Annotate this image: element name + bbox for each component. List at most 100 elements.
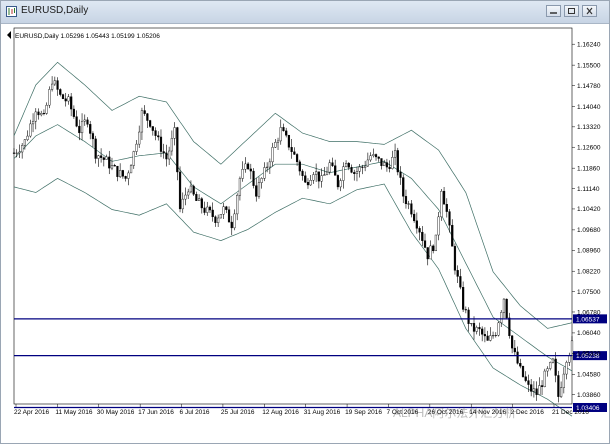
candle-body bbox=[140, 110, 144, 133]
candle-body bbox=[521, 366, 525, 377]
candle-body bbox=[323, 174, 326, 176]
candle-body bbox=[361, 166, 364, 168]
candle-body bbox=[312, 174, 315, 181]
candle-body bbox=[21, 145, 24, 153]
time-tick-label: 21 Dec 2016 bbox=[552, 409, 589, 416]
candle-body bbox=[268, 161, 271, 168]
candle-body bbox=[328, 162, 331, 173]
candle-body bbox=[51, 83, 54, 90]
candle-body bbox=[238, 178, 242, 196]
time-tick-label: 22 Apr 2016 bbox=[14, 409, 49, 416]
candle-body bbox=[178, 171, 182, 210]
candle-body bbox=[75, 116, 78, 127]
candle-body bbox=[105, 156, 108, 160]
minimize-button[interactable] bbox=[546, 5, 561, 17]
candle-body bbox=[26, 135, 29, 140]
candle-body bbox=[309, 180, 312, 186]
candle-body bbox=[404, 196, 408, 205]
candle-body bbox=[102, 157, 105, 160]
time-tick-label: 31 Aug 2016 bbox=[304, 409, 341, 416]
candle-body bbox=[97, 155, 100, 159]
candle-body bbox=[502, 298, 506, 313]
candle-body bbox=[391, 157, 394, 169]
close-button[interactable] bbox=[582, 5, 597, 17]
candle-body bbox=[524, 376, 527, 381]
candle-body bbox=[440, 190, 443, 218]
candle-body bbox=[45, 104, 48, 114]
candle-body bbox=[464, 309, 467, 311]
candle-body bbox=[206, 206, 209, 213]
candle-body bbox=[456, 270, 459, 277]
candle-body bbox=[366, 159, 369, 167]
candle-body bbox=[472, 323, 476, 332]
candle-body bbox=[148, 120, 152, 127]
candle-body bbox=[241, 169, 244, 179]
candle-body bbox=[173, 127, 176, 139]
candle-body bbox=[491, 335, 495, 337]
candle-body bbox=[116, 165, 119, 177]
candle-body bbox=[89, 124, 92, 134]
candle-body bbox=[230, 221, 233, 229]
time-tick-label: 25 Jul 2016 bbox=[221, 409, 255, 416]
candle-body bbox=[540, 385, 544, 387]
candle-body bbox=[255, 185, 258, 197]
candle-body bbox=[560, 387, 563, 397]
candle-body bbox=[195, 194, 198, 201]
candle-body bbox=[448, 211, 451, 226]
candle-body bbox=[274, 142, 277, 148]
price-tick-label: 1.13320 bbox=[577, 124, 601, 131]
candle-body bbox=[426, 247, 429, 260]
candle-body bbox=[355, 171, 359, 174]
candle-body bbox=[132, 151, 135, 166]
candle-body bbox=[192, 185, 195, 195]
candle-body bbox=[217, 217, 220, 223]
candle-body bbox=[124, 176, 127, 179]
candle-body bbox=[67, 96, 70, 102]
candle-body bbox=[64, 98, 67, 102]
candle-body bbox=[331, 162, 334, 166]
price-tick-label: 1.12600 bbox=[577, 145, 601, 152]
candle-body bbox=[527, 380, 530, 385]
candle-body bbox=[554, 358, 557, 376]
candle-body bbox=[413, 213, 416, 221]
candle-body bbox=[31, 120, 35, 125]
candle-body bbox=[263, 167, 266, 179]
candle-body bbox=[513, 347, 516, 353]
window-titlebar[interactable]: EURUSD,Daily bbox=[1, 1, 609, 24]
candle-body bbox=[535, 388, 538, 395]
price-chart[interactable]: 1.065371.052381.03406 1.162401.155001.14… bbox=[2, 24, 608, 442]
candle-body bbox=[48, 89, 51, 106]
candle-body bbox=[451, 224, 454, 247]
candle-body bbox=[287, 135, 291, 148]
candle-body bbox=[543, 370, 546, 387]
candle-body bbox=[249, 168, 252, 172]
candle-body bbox=[94, 138, 97, 159]
chart-info: EURUSD,Daily 1.05296 1.05443 1.05199 1.0… bbox=[7, 31, 160, 40]
maximize-button[interactable] bbox=[564, 5, 579, 17]
candle-body bbox=[516, 351, 519, 364]
candle-body bbox=[121, 170, 124, 177]
price-tick-label: 1.14780 bbox=[577, 83, 601, 90]
candle-body bbox=[432, 245, 435, 252]
candle-body bbox=[423, 240, 427, 248]
candle-body bbox=[344, 163, 348, 167]
candle-body bbox=[508, 317, 511, 337]
price-tick-label: 1.14040 bbox=[577, 104, 601, 111]
candle-body bbox=[53, 80, 56, 85]
candle-body bbox=[110, 165, 114, 169]
candle-body bbox=[396, 150, 399, 173]
candle-body bbox=[203, 207, 206, 213]
candle-body bbox=[462, 287, 465, 310]
maximize-icon bbox=[568, 8, 575, 14]
price-tick-label: 1.07500 bbox=[577, 289, 601, 296]
close-icon bbox=[586, 7, 593, 15]
candle-body bbox=[246, 163, 250, 170]
candle-body bbox=[37, 111, 40, 116]
price-tick-label: 1.08220 bbox=[577, 269, 601, 276]
candle-body bbox=[336, 175, 340, 188]
candle-body bbox=[143, 110, 146, 114]
candle-body bbox=[233, 213, 236, 229]
time-tick-label: 12 Aug 2016 bbox=[262, 409, 299, 416]
candle-body bbox=[304, 175, 307, 183]
candle-body bbox=[511, 335, 514, 349]
